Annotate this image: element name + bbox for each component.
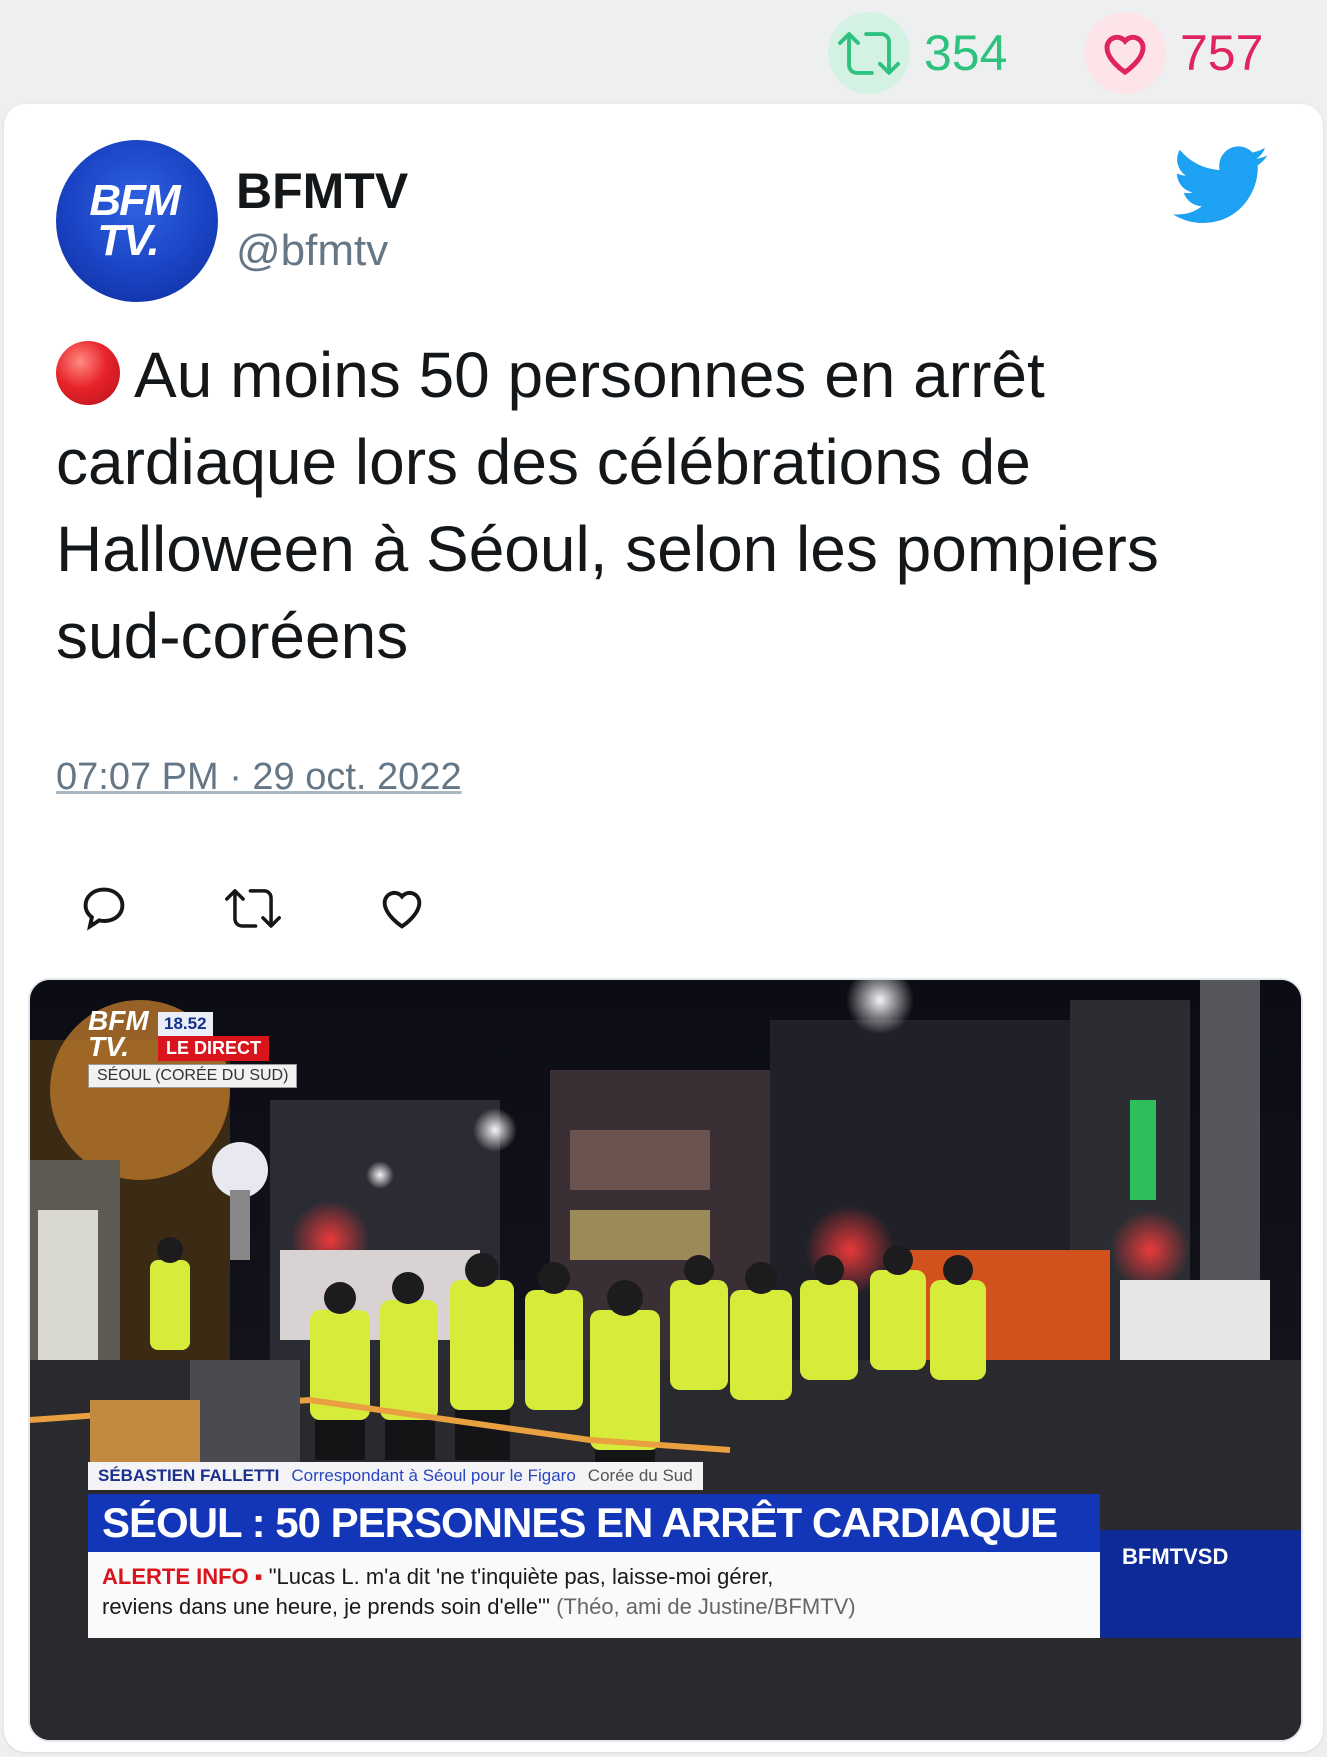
- author-handle[interactable]: @bfmtv: [236, 226, 388, 276]
- retweet-count-stat[interactable]: 354: [828, 12, 1007, 94]
- news-headline: SÉOUL : 50 PERSONNES EN ARRÊT CARDIAQUE: [88, 1494, 1100, 1552]
- engagement-stats: 354 757: [0, 0, 1327, 100]
- tweet-actions: [76, 880, 523, 936]
- like-count: 757: [1180, 25, 1264, 81]
- alert-label: ALERTE INFO: [102, 1564, 249, 1589]
- heart-icon: [1084, 12, 1166, 94]
- alert-separator: ▪: [254, 1564, 263, 1589]
- live-badge: LE DIRECT: [158, 1036, 270, 1061]
- channel-tag: BFMTVSD: [1100, 1530, 1301, 1638]
- retweet-action-icon[interactable]: [225, 880, 281, 936]
- speaker-place: Corée du Sud: [587, 1466, 693, 1485]
- alert-source: (Théo, ami de Justine/BFMTV): [556, 1594, 856, 1619]
- twitter-bird-icon[interactable]: [1173, 146, 1269, 231]
- alert-ticker: ALERTE INFO ▪ "Lucas L. m'a dit 'ne t'in…: [88, 1552, 1100, 1638]
- tweet-media-image[interactable]: BFM TV. 18.52 LE DIRECT SÉOUL (CORÉE DU …: [28, 978, 1303, 1742]
- red-circle-icon: [56, 341, 120, 405]
- avatar-text-line-2: TV.: [97, 216, 159, 265]
- tweet-text-block: Au moins 50 personnes en arrêt cardiaque…: [56, 332, 1276, 680]
- alert-text-line-2: reviens dans une heure, je prends soin d…: [102, 1594, 550, 1619]
- like-count-stat[interactable]: 757: [1084, 12, 1263, 94]
- speaker-name: SÉBASTIEN FALLETTI: [98, 1466, 280, 1485]
- broadcast-time: 18.52: [158, 1012, 213, 1036]
- tweet-card: BFM TV. BFMTV @bfmtv Au moins 50 personn…: [4, 104, 1323, 1752]
- avatar-text-line-1: BFM: [89, 176, 180, 225]
- tweet-timestamp[interactable]: 07:07 PM · 29 oct. 2022: [56, 756, 462, 799]
- like-icon[interactable]: [374, 880, 430, 936]
- retweet-count: 354: [924, 25, 1008, 81]
- channel-logo-line-2: TV.: [88, 1031, 129, 1062]
- alert-text-line-1: "Lucas L. m'a dit 'ne t'inquiète pas, la…: [268, 1564, 774, 1589]
- speaker-banner: SÉBASTIEN FALLETTI Correspondant à Séoul…: [88, 1462, 703, 1490]
- tweet-text: Au moins 50 personnes en arrêt cardiaque…: [56, 339, 1159, 672]
- avatar[interactable]: BFM TV.: [56, 140, 218, 302]
- location-label: SÉOUL (CORÉE DU SUD): [88, 1064, 298, 1088]
- speaker-role: Correspondant à Séoul pour le Figaro: [291, 1466, 576, 1485]
- channel-logo: BFM TV.: [88, 1007, 149, 1062]
- author-name[interactable]: BFMTV: [236, 162, 408, 220]
- reply-icon[interactable]: [76, 880, 132, 936]
- retweet-icon: [828, 12, 910, 94]
